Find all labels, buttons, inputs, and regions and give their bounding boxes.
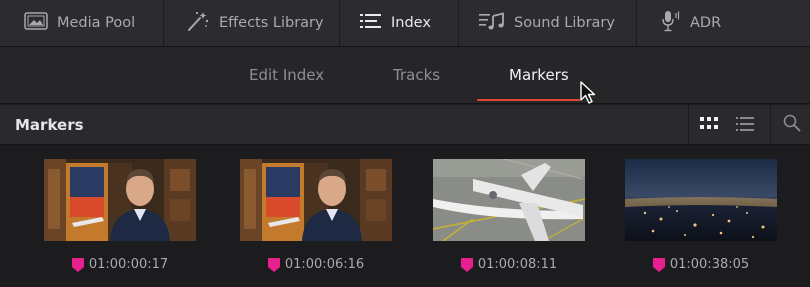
media-pool-icon [24,12,48,34]
marker-flag-icon [71,257,84,272]
tab-markers[interactable]: Markers [509,66,569,84]
markers-section-header: Markers [0,105,810,145]
toolbar-label: Media Pool [57,15,136,31]
toolbar-label: Effects Library [219,15,324,31]
effects-wand-icon [186,10,210,36]
marker-thumbnail[interactable] [433,159,585,241]
marker-flag-icon [652,257,665,272]
divider [770,105,771,145]
sound-library-icon [479,12,505,34]
marker-timecode: 01:00:06:16 [284,257,365,272]
marker-flag-icon [267,257,280,272]
toolbar-media-pool[interactable]: Media Pool [0,0,164,46]
active-tab-indicator [477,99,580,101]
marker-label: 01:00:08:11 [433,257,585,272]
index-list-icon [360,13,382,33]
toolbar-effects-library[interactable]: Effects Library [164,0,340,46]
tab-tracks[interactable]: Tracks [393,66,440,84]
microphone-icon [661,10,681,36]
marker-timecode: 01:00:08:11 [477,257,558,272]
toolbar-label: ADR [690,15,722,31]
panel-toolbar: Media Pool Effects Library Index Sound L… [0,0,810,47]
toolbar-index[interactable]: Index [340,0,459,46]
grid-view-button[interactable] [691,105,727,145]
toolbar-adr[interactable]: ADR [637,0,737,46]
marker-thumbnail[interactable] [625,159,777,241]
marker-label: 01:00:38:05 [625,257,777,272]
marker-timecode: 01:00:00:17 [88,257,169,272]
marker-label: 01:00:00:17 [44,257,196,272]
section-title: Markers [15,116,84,134]
list-view-icon [736,116,754,135]
toolbar-label: Sound Library [514,15,615,31]
marker-label: 01:00:06:16 [240,257,392,272]
search-button[interactable] [774,105,810,145]
toolbar-sound-library[interactable]: Sound Library [459,0,637,46]
marker-timecode: 01:00:38:05 [669,257,750,272]
toolbar-label: Index [391,15,431,31]
markers-grid: 01:00:00:17 01:00:06:16 01:00:08:11 01:0… [0,146,810,287]
grid-view-icon [700,116,718,135]
search-icon [783,114,801,136]
list-view-button[interactable] [727,105,763,145]
tab-edit-index[interactable]: Edit Index [249,66,324,84]
marker-flag-icon [460,257,473,272]
marker-thumbnail[interactable] [44,159,196,241]
divider [688,105,689,145]
index-tab-bar: Edit Index Tracks Markers [0,47,810,104]
marker-thumbnail[interactable] [240,159,392,241]
